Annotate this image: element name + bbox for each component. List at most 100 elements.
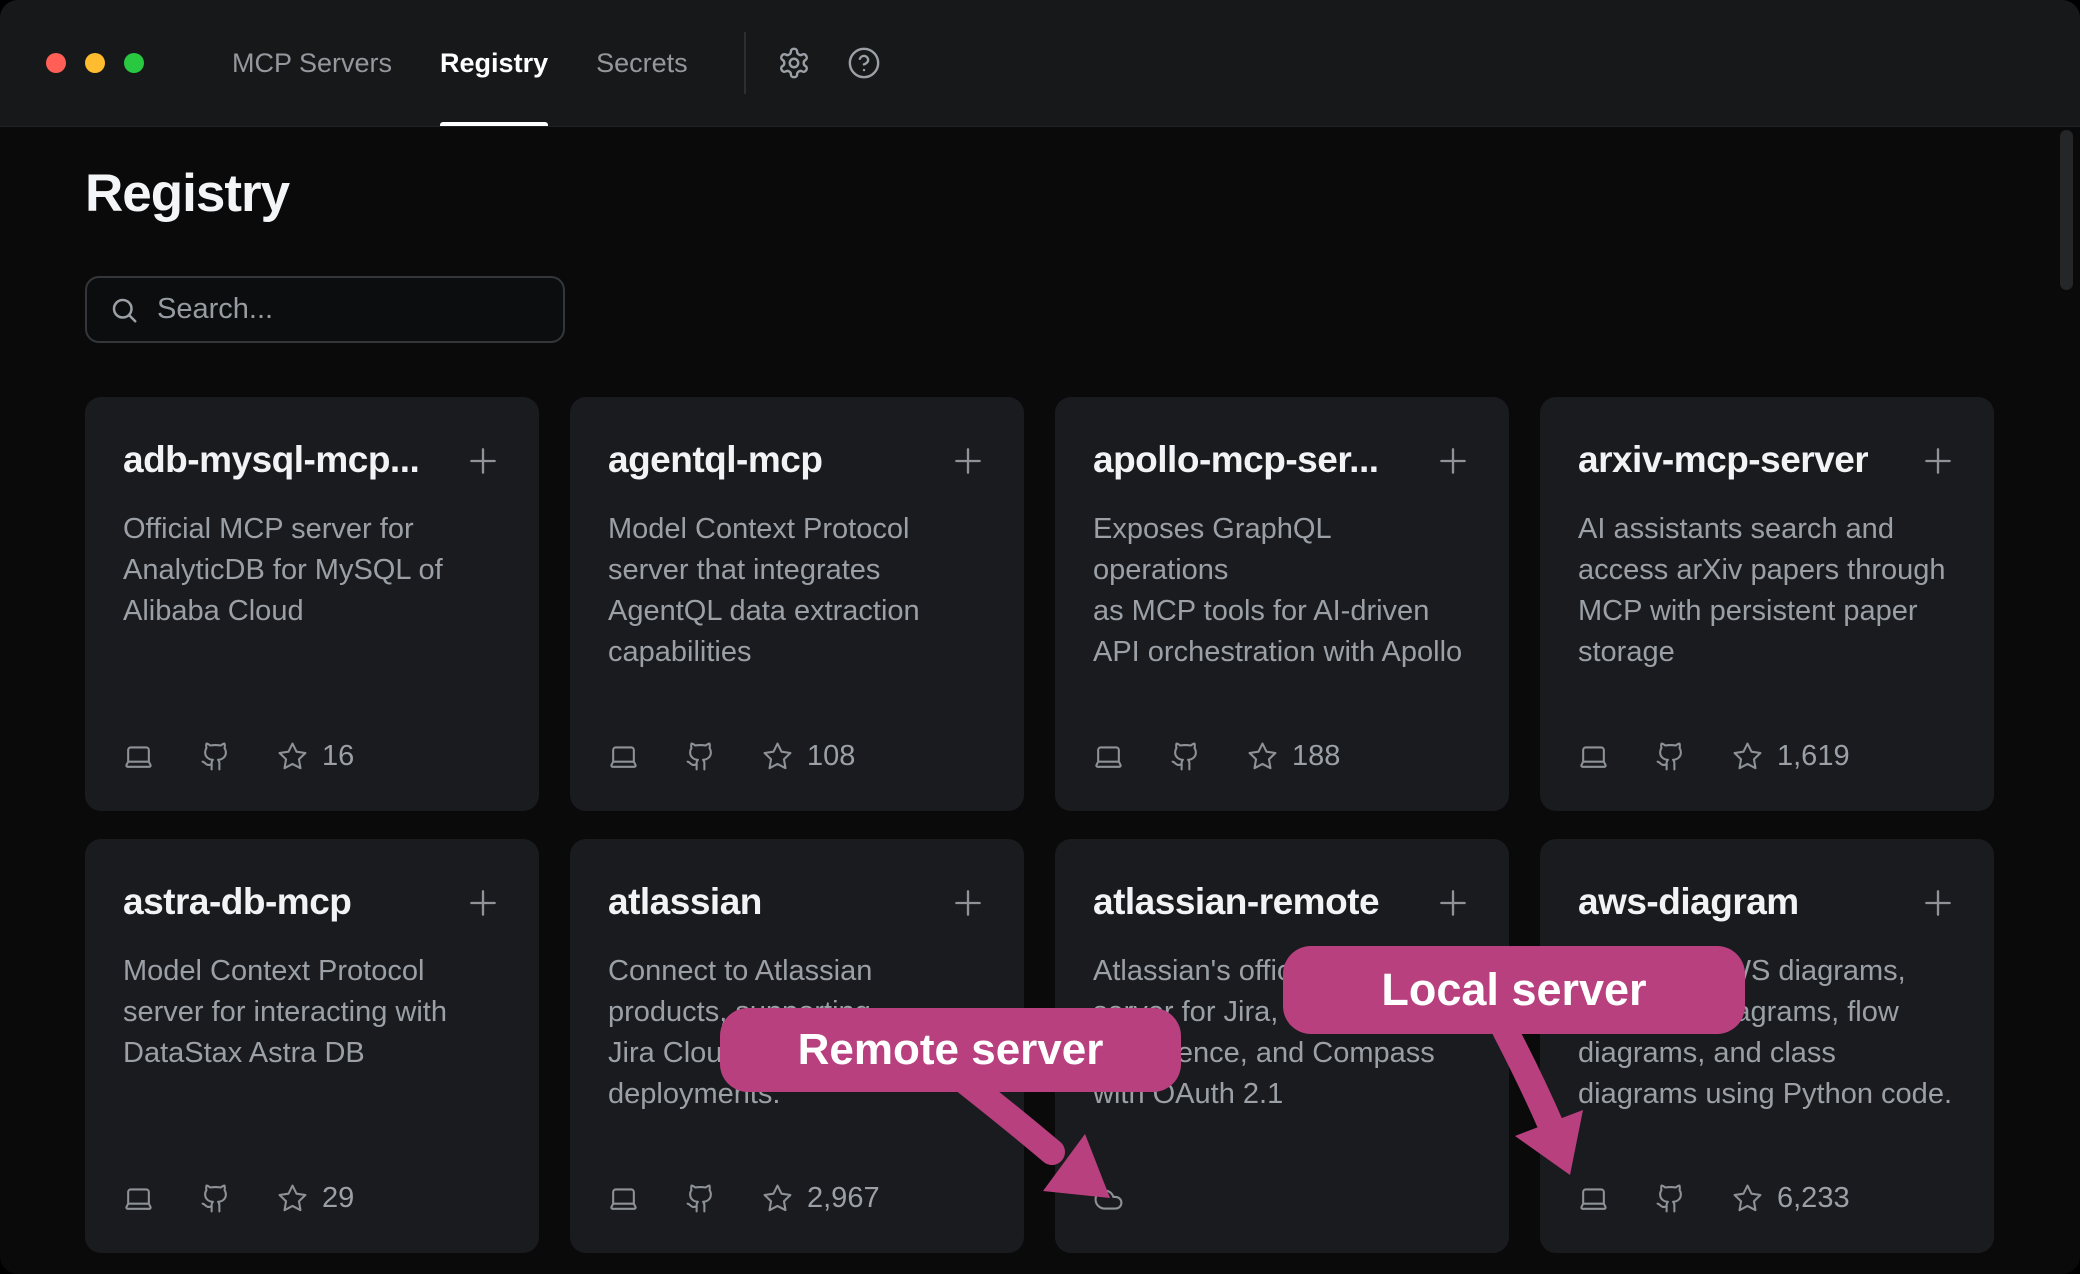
help-button[interactable] [842, 41, 886, 85]
card-footer: 188 [1093, 740, 1340, 773]
card-header: arxiv-mcp-server [1578, 439, 1958, 481]
minimize-button[interactable] [85, 53, 105, 73]
card-header: agentql-mcp [608, 439, 988, 481]
card-description: AI assistants search and access arXiv pa… [1578, 509, 1958, 673]
card-footer: 6,233 [1578, 1182, 1850, 1215]
search-box [85, 276, 565, 343]
laptop-icon [608, 741, 639, 772]
plus-icon [1433, 883, 1473, 923]
tab-mcp-servers[interactable]: MCP Servers [232, 0, 392, 126]
nav-tabs: MCP Servers Registry Secrets [232, 0, 688, 126]
card-header: adb-mysql-mcp... [123, 439, 503, 481]
card-footer: 29 [123, 1182, 354, 1215]
tab-registry[interactable]: Registry [440, 0, 548, 126]
card-header: aws-diagram [1578, 881, 1958, 923]
plus-icon [463, 441, 503, 481]
card-title: atlassian-remote [1093, 881, 1379, 923]
scrollbar-thumb[interactable] [2060, 130, 2073, 290]
card-title: aws-diagram [1578, 881, 1799, 923]
github-icon[interactable] [200, 741, 231, 772]
local-server-label: Local server [1381, 964, 1646, 1016]
star-group: 1,619 [1732, 740, 1850, 773]
nav-divider [744, 32, 746, 94]
server-card[interactable]: arxiv-mcp-server AI assistants search an… [1540, 397, 1994, 811]
star-group: 6,233 [1732, 1182, 1850, 1215]
server-card[interactable]: adb-mysql-mcp... Official MCP server for… [85, 397, 539, 811]
laptop-icon [608, 1183, 639, 1214]
star-icon [1732, 741, 1763, 772]
settings-button[interactable] [772, 41, 816, 85]
star-group: 2,967 [762, 1182, 880, 1215]
star-count: 188 [1292, 740, 1340, 773]
traffic-lights [46, 53, 144, 73]
plus-icon [1918, 883, 1958, 923]
card-title: arxiv-mcp-server [1578, 439, 1868, 481]
star-count: 16 [322, 740, 354, 773]
star-group: 29 [277, 1182, 354, 1215]
star-icon [277, 1183, 308, 1214]
remote-server-label: Remote server [798, 1025, 1104, 1075]
card-footer: 16 [123, 740, 354, 773]
card-description: Model Context Protocol server that integ… [608, 509, 988, 673]
github-icon[interactable] [200, 1183, 231, 1214]
plus-icon [1918, 441, 1958, 481]
search-icon [109, 295, 139, 325]
help-icon [847, 46, 881, 80]
github-icon[interactable] [1655, 741, 1686, 772]
laptop-icon [123, 741, 154, 772]
card-footer [1093, 1184, 1124, 1215]
add-server-button[interactable] [463, 883, 503, 923]
star-icon [1247, 741, 1278, 772]
star-group: 108 [762, 740, 855, 773]
tab-secrets[interactable]: Secrets [596, 0, 688, 126]
zoom-button[interactable] [124, 53, 144, 73]
star-count: 2,967 [807, 1182, 880, 1215]
server-card[interactable]: agentql-mcp Model Context Protocol serve… [570, 397, 1024, 811]
remote-server-callout: Remote server [720, 1008, 1181, 1092]
card-title: apollo-mcp-ser... [1093, 439, 1379, 481]
card-description: Model Context Protocol server for intera… [123, 951, 503, 1074]
add-server-button[interactable] [948, 883, 988, 923]
laptop-icon [1093, 741, 1124, 772]
github-icon[interactable] [1170, 741, 1201, 772]
add-server-button[interactable] [463, 441, 503, 481]
titlebar: MCP Servers Registry Secrets [0, 0, 2080, 127]
card-title: adb-mysql-mcp... [123, 439, 419, 481]
github-icon[interactable] [1655, 1183, 1686, 1214]
add-server-button[interactable] [948, 441, 988, 481]
laptop-icon [123, 1183, 154, 1214]
github-icon[interactable] [685, 1183, 716, 1214]
page-title: Registry [85, 167, 1995, 220]
server-card[interactable]: aws-diagram Generate AWS diagrams, seque… [1540, 839, 1994, 1253]
star-icon [1732, 1183, 1763, 1214]
laptop-icon [1578, 1183, 1609, 1214]
github-icon[interactable] [685, 741, 716, 772]
star-count: 1,619 [1777, 740, 1850, 773]
card-header: atlassian-remote [1093, 881, 1473, 923]
app-window: MCP Servers Registry Secrets Registry [0, 0, 2080, 1274]
cloud-icon [1093, 1184, 1124, 1215]
card-description: Official MCP server for AnalyticDB for M… [123, 509, 503, 632]
add-server-button[interactable] [1433, 441, 1473, 481]
plus-icon [1433, 441, 1473, 481]
add-server-button[interactable] [1918, 441, 1958, 481]
card-description: Exposes GraphQL operations as MCP tools … [1093, 509, 1473, 673]
card-footer: 1,619 [1578, 740, 1850, 773]
add-server-button[interactable] [1918, 883, 1958, 923]
star-group: 16 [277, 740, 354, 773]
star-count: 6,233 [1777, 1182, 1850, 1215]
plus-icon [948, 883, 988, 923]
add-server-button[interactable] [1433, 883, 1473, 923]
server-card[interactable]: apollo-mcp-ser... Exposes GraphQL operat… [1055, 397, 1509, 811]
close-button[interactable] [46, 53, 66, 73]
star-group: 188 [1247, 740, 1340, 773]
card-title: agentql-mcp [608, 439, 822, 481]
search-input[interactable] [157, 293, 541, 326]
card-title: atlassian [608, 881, 762, 923]
card-header: astra-db-mcp [123, 881, 503, 923]
card-header: atlassian [608, 881, 988, 923]
server-card[interactable]: astra-db-mcp Model Context Protocol serv… [85, 839, 539, 1253]
star-icon [762, 741, 793, 772]
card-footer: 2,967 [608, 1182, 880, 1215]
plus-icon [463, 883, 503, 923]
